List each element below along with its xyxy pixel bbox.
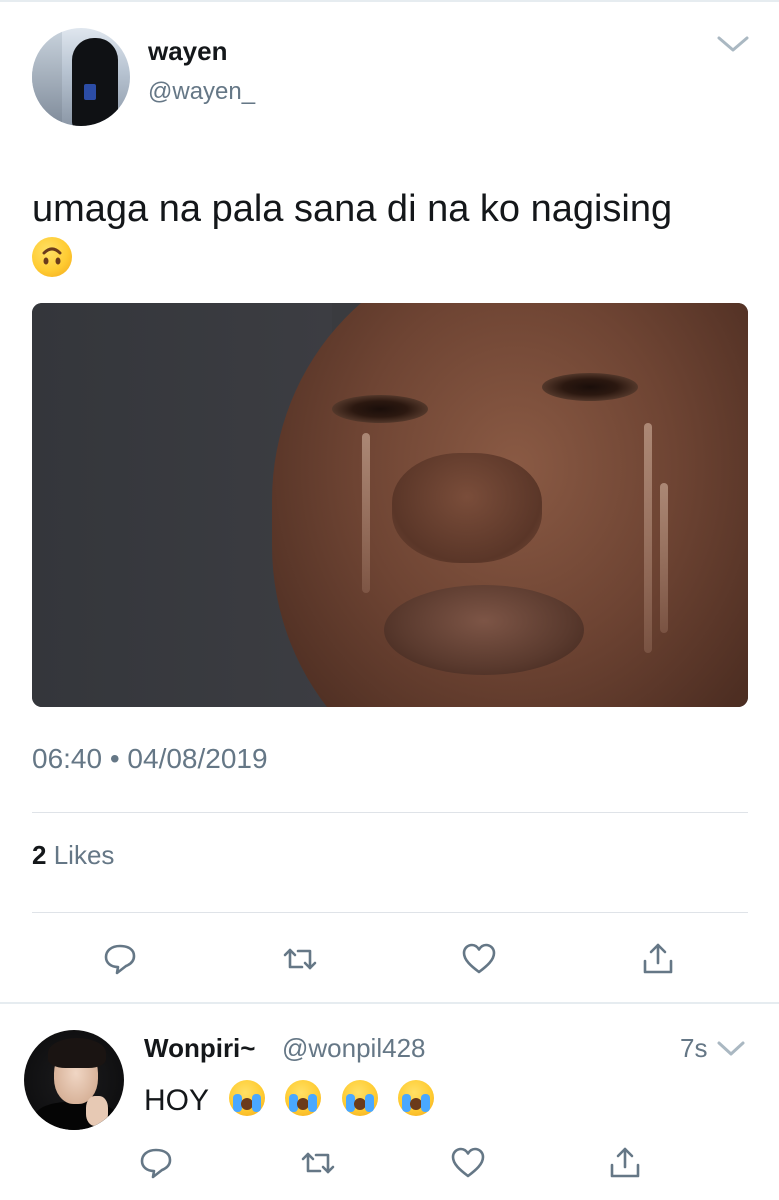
reply-author-display-name[interactable]: Wonpiri~ [144, 1033, 255, 1064]
reply-time[interactable]: 7s [680, 1033, 707, 1064]
author-handle[interactable]: @wayen_ [148, 78, 255, 106]
chevron-down-icon[interactable] [716, 34, 750, 54]
reply-author-handle[interactable]: @wonpil428 [282, 1033, 425, 1064]
likes-count: 2 [32, 840, 47, 870]
reply-share-button[interactable] [607, 1145, 643, 1181]
tweet-timestamp[interactable]: 06:40 • 04/08/2019 [32, 743, 268, 775]
reply-reply-button[interactable] [138, 1145, 174, 1181]
retweet-button[interactable] [282, 941, 318, 977]
loudly-crying-face-emoji-icon [285, 1080, 322, 1116]
heart-icon [462, 943, 496, 974]
likes-label: Likes [53, 840, 115, 870]
section-divider [0, 1002, 779, 1004]
divider [32, 912, 748, 913]
likes-summary[interactable]: 2 Likes [32, 840, 114, 871]
tweet-text-content: umaga na pala sana di na ko nagising [32, 188, 673, 230]
loudly-crying-face-emoji-icon [341, 1080, 378, 1116]
tweet-image[interactable] [32, 303, 748, 707]
author-avatar[interactable] [32, 28, 130, 126]
upside-down-face-emoji-icon [32, 237, 72, 277]
retweet-icon [301, 1152, 335, 1174]
chevron-down-icon[interactable] [716, 1040, 746, 1058]
retweet-icon [283, 948, 317, 970]
loudly-crying-face-emoji-icon [397, 1080, 434, 1116]
reply-text: HOY [144, 1080, 434, 1120]
loudly-crying-face-emoji-icon [228, 1080, 265, 1116]
reply-author-avatar[interactable] [24, 1030, 124, 1130]
reply-button[interactable] [102, 941, 138, 977]
top-divider [0, 0, 779, 2]
share-icon [643, 943, 673, 974]
tweet-text: umaga na pala sana di na ko nagising [32, 184, 752, 284]
heart-icon [451, 1147, 485, 1178]
like-button[interactable] [461, 941, 497, 977]
reply-like-button[interactable] [450, 1145, 486, 1181]
share-icon [610, 1147, 640, 1178]
reply-text-content: HOY [144, 1084, 209, 1117]
divider [32, 812, 748, 813]
author-display-name[interactable]: wayen [148, 36, 228, 67]
reply-retweet-button[interactable] [300, 1145, 336, 1181]
reply-icon [140, 1148, 172, 1179]
reply-icon [104, 944, 136, 975]
share-button[interactable] [640, 941, 676, 977]
